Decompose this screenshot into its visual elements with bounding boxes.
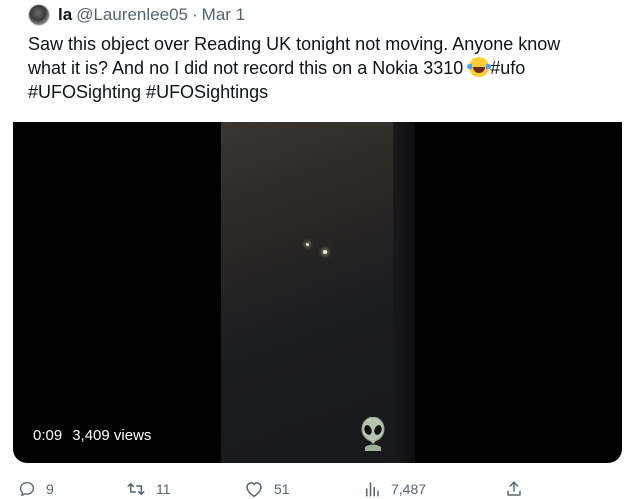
retweet-icon xyxy=(127,483,145,495)
tweet-card[interactable]: la @Laurenlee05 · Mar 1 Saw this object … xyxy=(0,0,640,499)
share-icon xyxy=(507,481,521,496)
retweet-button[interactable]: 11 xyxy=(126,480,171,498)
avatar[interactable] xyxy=(28,4,50,26)
user-handle[interactable]: @Laurenlee05 xyxy=(76,5,188,25)
views-button[interactable]: 7,487 xyxy=(363,480,426,498)
heart-icon xyxy=(246,482,262,498)
retweet-count: 11 xyxy=(156,481,171,497)
video-frame xyxy=(221,122,415,463)
display-name[interactable]: la xyxy=(58,5,72,25)
tweet-text-line: Saw this object over Reading UK tonight … xyxy=(28,34,561,54)
like-button[interactable]: 51 xyxy=(244,480,290,498)
tweet-text-line: what it is? And no I did not record this… xyxy=(28,58,469,78)
video-player[interactable]: 0:09 3,409 views xyxy=(13,122,622,463)
video-stats: 0:09 3,409 views xyxy=(33,427,151,444)
hashtag-links[interactable]: #UFOSighting #UFOSightings xyxy=(28,82,268,102)
laughing-crying-emoji-icon xyxy=(467,57,492,77)
view-count: 7,487 xyxy=(391,481,427,497)
tweet-header: la @Laurenlee05 · Mar 1 xyxy=(28,4,245,26)
views-chart-icon xyxy=(366,482,379,497)
ufo-light xyxy=(323,250,327,254)
alien-icon xyxy=(361,417,385,451)
reply-button[interactable]: 9 xyxy=(18,480,54,498)
tweet-date[interactable]: Mar 1 xyxy=(202,5,245,25)
hashtag-link[interactable]: #ufo xyxy=(490,58,525,78)
like-count: 51 xyxy=(274,481,290,497)
reply-count: 9 xyxy=(46,481,54,497)
video-timestamp: 0:09 xyxy=(33,427,63,444)
video-frame-shadow xyxy=(393,122,415,463)
share-button[interactable] xyxy=(505,480,523,498)
tweet-actions-bar: 9 11 51 7,487 xyxy=(0,480,640,499)
reply-icon xyxy=(19,481,35,497)
ufo-light xyxy=(306,243,309,246)
video-view-count: 3,409 views xyxy=(72,427,152,444)
tweet-text: Saw this object over Reading UK tonight … xyxy=(28,32,618,104)
separator-dot: · xyxy=(191,5,198,24)
